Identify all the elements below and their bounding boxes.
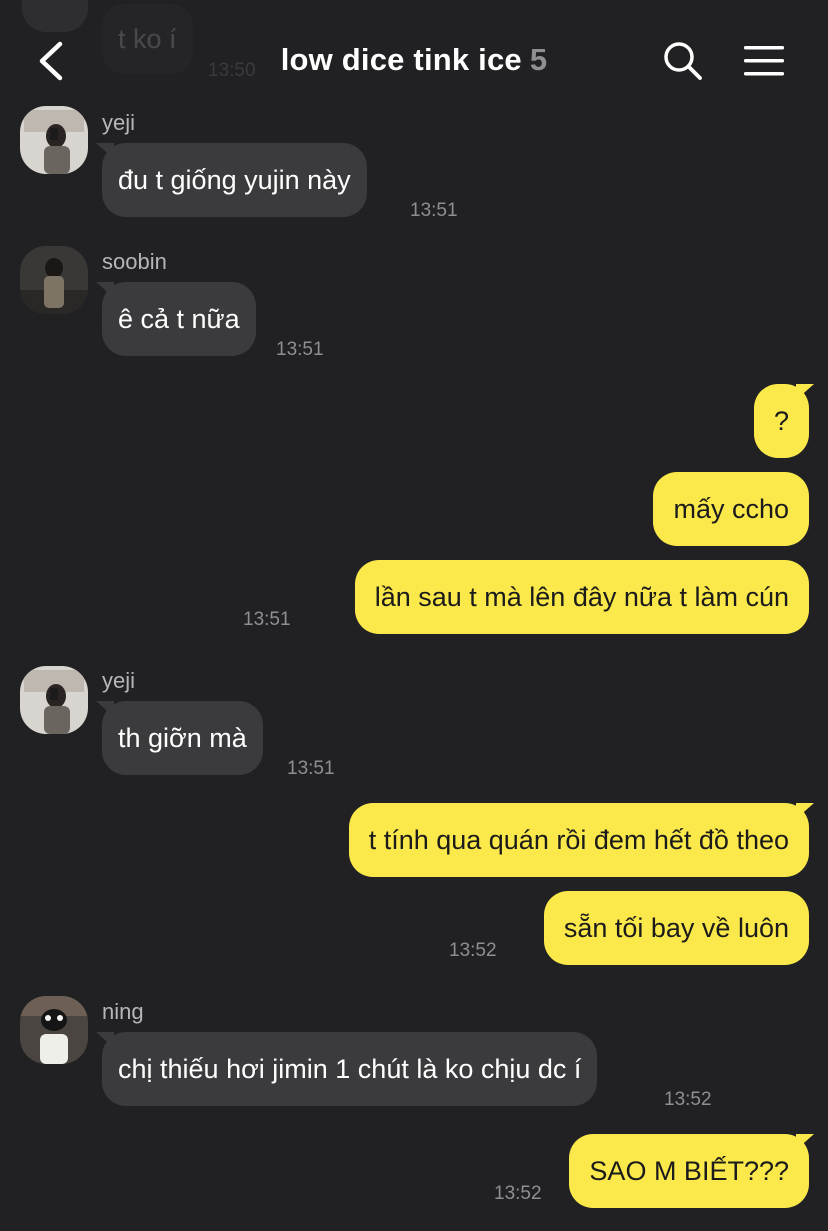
chat-header: low dice tink ice 5	[0, 0, 828, 100]
message-bubble[interactable]: t tính qua quán rồi đem hết đồ theo	[348, 803, 809, 877]
message-bubble[interactable]: lần sau t mà lên đây nữa t làm cún	[354, 560, 809, 634]
message-bubble[interactable]: đu t giống yujin này	[102, 143, 367, 217]
sender-name: yeji	[102, 668, 136, 693]
sender-name: ning	[102, 999, 144, 1024]
hamburger-menu-icon	[744, 46, 784, 76]
message-bubble[interactable]: sẵn tối bay về luôn	[543, 891, 809, 965]
message-time: 13:51	[410, 200, 458, 221]
avatar-yeji[interactable]	[20, 666, 88, 734]
search-button[interactable]	[662, 40, 704, 82]
message-time: 13:51	[287, 758, 335, 779]
message-time: 13:52	[664, 1089, 712, 1110]
menu-button[interactable]	[742, 44, 786, 78]
message-bubble[interactable]: chị thiếu hơi jimin 1 chút là ko chịu dc…	[102, 1032, 598, 1106]
search-icon	[664, 42, 702, 80]
avatar-soobin[interactable]	[20, 246, 88, 314]
message-bubble[interactable]: ê cả t nữa	[102, 282, 256, 356]
member-count: 5	[529, 42, 548, 77]
message-time: 13:52	[494, 1183, 542, 1204]
message-bubble[interactable]: mấy ccho	[653, 472, 809, 546]
message-time: 13:51	[276, 339, 324, 360]
sender-name: yeji	[102, 110, 136, 135]
message-bubble[interactable]: ?	[753, 384, 809, 458]
avatar-ning[interactable]	[20, 996, 88, 1064]
chat-name: low dice tink ice	[280, 42, 522, 77]
message-time: 13:51	[243, 609, 291, 630]
message-bubble[interactable]: SAO M BIẾT???	[569, 1134, 809, 1208]
message-bubble[interactable]: th giỡn mà	[102, 701, 263, 775]
message-time: 13:52	[449, 940, 497, 961]
avatar-yeji[interactable]	[20, 106, 88, 174]
sender-name: soobin	[102, 249, 167, 274]
